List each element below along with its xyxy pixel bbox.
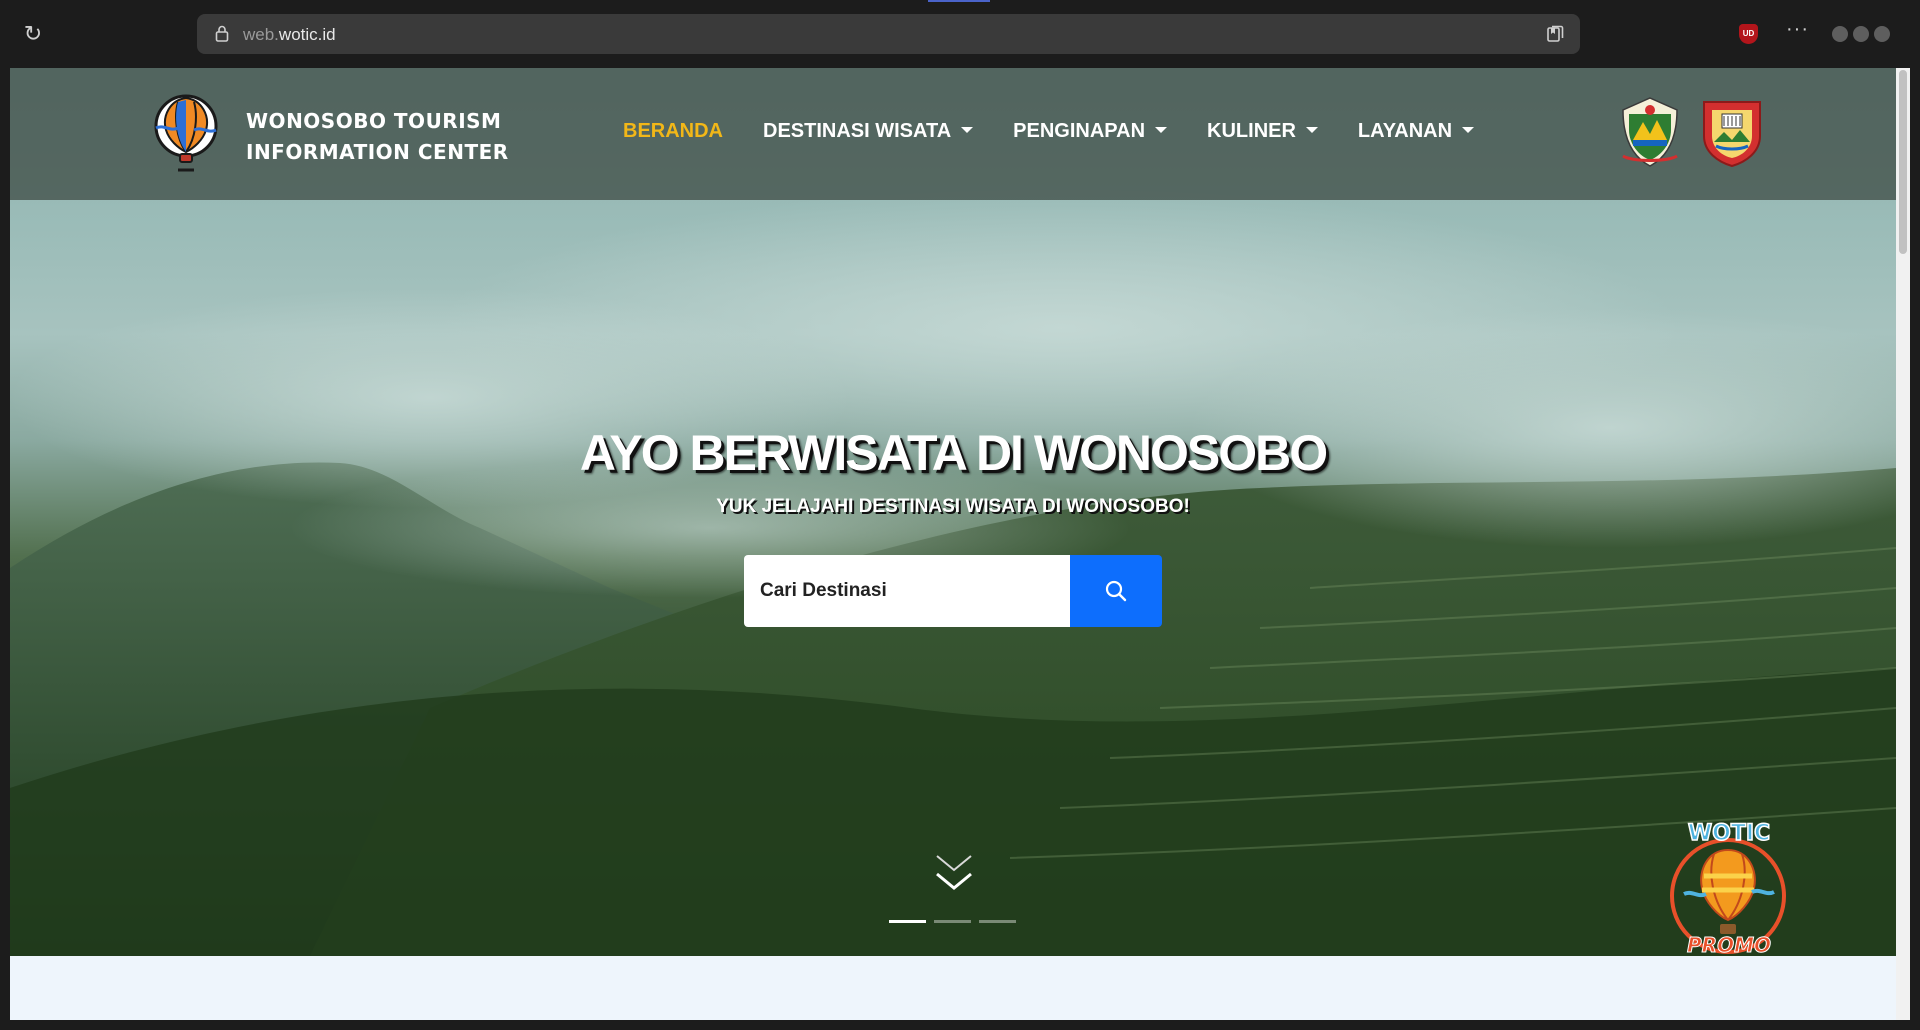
url-prefix: web. bbox=[243, 25, 279, 44]
menu-item-label: LAYANAN bbox=[1357, 120, 1453, 142]
url-text: web.wotic.id bbox=[243, 25, 336, 45]
brand-line-2: INFORMATION CENTER bbox=[246, 140, 509, 164]
brand-line-1: WONOSOBO TOURISM bbox=[246, 109, 502, 133]
menu-item-destinasi-wisata[interactable]: DESTINASI WISATA bbox=[763, 120, 974, 143]
promo-top-text: WOTIC bbox=[1688, 821, 1770, 846]
menu-item-kuliner[interactable]: KULINER bbox=[1207, 120, 1318, 143]
main-menu: BERANDA DESTINASI WISATA PENGINAPAN KULI… bbox=[623, 120, 1475, 143]
brand-name[interactable]: WONOSOBO TOURISM INFORMATION CENTER bbox=[246, 106, 509, 168]
carousel-indicator[interactable] bbox=[979, 920, 1016, 923]
carousel-indicator[interactable] bbox=[889, 920, 926, 923]
carousel-indicators bbox=[889, 920, 1016, 923]
central-java-emblem-icon[interactable] bbox=[1619, 96, 1681, 168]
window-control-dot[interactable] bbox=[1832, 26, 1848, 42]
browser-toolbar: ↻ web.wotic.id UD ··· bbox=[0, 0, 1920, 68]
menu-item-beranda[interactable]: BERANDA bbox=[623, 120, 723, 143]
destination-search-input[interactable] bbox=[744, 555, 1070, 627]
reload-icon[interactable]: ↻ bbox=[20, 22, 46, 48]
url-domain: wotic.id bbox=[278, 25, 336, 44]
balloon-logo-icon[interactable] bbox=[150, 94, 222, 174]
reading-view-icon[interactable] bbox=[1546, 25, 1564, 43]
window-controls bbox=[1832, 26, 1895, 47]
search-icon bbox=[1105, 580, 1127, 602]
window-control-dot[interactable] bbox=[1853, 26, 1869, 42]
wonosobo-regency-emblem-icon[interactable] bbox=[1700, 96, 1764, 168]
caret-down-icon bbox=[1462, 126, 1475, 133]
lock-icon bbox=[215, 25, 229, 42]
menu-item-label: PENGINAPAN bbox=[1013, 120, 1146, 142]
hero-title: AYO BERWISATA DI WONOSOBO bbox=[579, 425, 1328, 481]
menu-item-penginapan[interactable]: PENGINAPAN bbox=[1013, 120, 1168, 143]
caret-down-icon bbox=[961, 126, 974, 133]
menu-item-label: KULINER bbox=[1207, 120, 1296, 142]
hero-section: WONOSOBO TOURISM INFORMATION CENTER BERA… bbox=[10, 68, 1896, 956]
site-navbar: WONOSOBO TOURISM INFORMATION CENTER BERA… bbox=[10, 68, 1896, 200]
address-bar[interactable]: web.wotic.id bbox=[197, 14, 1580, 54]
menu-item-label: DESTINASI WISATA bbox=[763, 120, 952, 142]
page-viewport: WONOSOBO TOURISM INFORMATION CENTER BERA… bbox=[10, 68, 1896, 1020]
next-section bbox=[10, 956, 1896, 1020]
page-scrollbar[interactable] bbox=[1896, 68, 1910, 1020]
scrollbar-thumb[interactable] bbox=[1899, 70, 1907, 254]
caret-down-icon bbox=[1155, 126, 1168, 133]
search-button[interactable] bbox=[1070, 555, 1162, 627]
menu-item-layanan[interactable]: LAYANAN bbox=[1357, 120, 1475, 143]
menu-item-label: BERANDA bbox=[623, 120, 723, 142]
active-tab-indicator bbox=[928, 0, 990, 2]
scroll-down-chevron-icon[interactable] bbox=[935, 852, 973, 894]
hero-subtitle: YUK JELAJAHI DESTINASI WISATA DI WONOSOB… bbox=[716, 496, 1190, 517]
ublock-extension-icon[interactable]: UD bbox=[1739, 24, 1758, 44]
more-menu-icon[interactable]: ··· bbox=[1786, 18, 1809, 41]
promo-bottom-text: PROMO bbox=[1687, 933, 1771, 956]
caret-down-icon bbox=[1305, 126, 1318, 133]
wotic-promo-badge[interactable]: WOTIC PROMO bbox=[1662, 820, 1796, 956]
window-control-dot[interactable] bbox=[1874, 26, 1890, 42]
carousel-indicator[interactable] bbox=[934, 920, 971, 923]
